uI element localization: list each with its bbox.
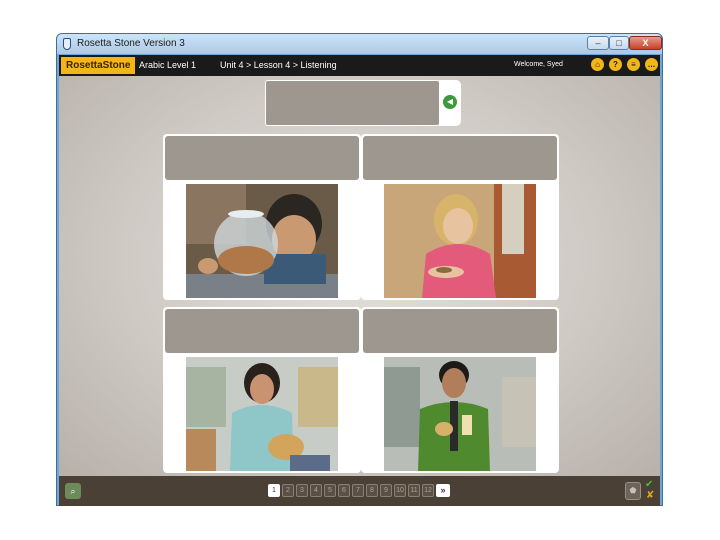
window-title: Rosetta Stone Version 3 <box>77 38 185 49</box>
page-button-5[interactable]: 5 <box>324 484 336 497</box>
title-bar[interactable]: Rosetta Stone Version 3 – □ X <box>57 34 662 54</box>
page-button-1[interactable]: 1 <box>268 484 280 497</box>
photo-woman-counting-coins <box>384 184 536 298</box>
next-page-button[interactable]: » <box>436 484 450 497</box>
prompt-text-box <box>265 80 440 126</box>
page-button-9[interactable]: 9 <box>380 484 392 497</box>
breadcrumb: Unit 4 > Lesson 4 > Listening <box>220 60 337 70</box>
page-button-3[interactable]: 3 <box>296 484 308 497</box>
menu-icon[interactable]: ≡ <box>627 58 640 71</box>
app-icon <box>63 38 71 50</box>
card-label <box>363 136 557 180</box>
page-button-4[interactable]: 4 <box>310 484 322 497</box>
page-button-12[interactable]: 12 <box>422 484 434 497</box>
rosetta-logo: RosettaStone <box>61 57 135 74</box>
audio-button[interactable]: ◀ <box>439 80 461 126</box>
card-label <box>165 309 359 353</box>
welcome-text: Welcome, Syed <box>514 61 563 68</box>
maximize-button[interactable]: □ <box>609 36 629 50</box>
check-icon: ✔ <box>645 479 654 490</box>
course-name: Arabic Level 1 <box>139 60 197 70</box>
bottom-toolbar: ⌕ 1 2 3 4 5 6 7 8 9 10 11 12 » ⬟ ✔ ✘ <box>59 476 660 506</box>
lesson-area: ◀ <box>59 76 660 476</box>
minimize-button[interactable]: – <box>587 36 609 50</box>
app-header: RosettaStone Arabic Level 1 Unit 4 > Les… <box>59 55 660 76</box>
answer-card-2[interactable] <box>361 134 559 300</box>
cross-icon: ✘ <box>646 490 655 501</box>
photo-man-holding-bread <box>384 357 536 471</box>
help-icon[interactable]: ? <box>609 58 622 71</box>
page-button-8[interactable]: 8 <box>366 484 378 497</box>
app-window: Rosetta Stone Version 3 – □ X RosettaSto… <box>56 33 663 506</box>
answer-card-1[interactable] <box>163 134 361 300</box>
page-button-7[interactable]: 7 <box>352 484 364 497</box>
card-label <box>363 309 557 353</box>
card-label <box>165 136 359 180</box>
photo-woman-holding-bread <box>186 357 338 471</box>
answer-card-3[interactable] <box>163 307 361 473</box>
shield-icon[interactable]: ⬟ <box>625 482 641 500</box>
home-icon[interactable]: ⌂ <box>591 58 604 71</box>
photo-boy-with-coin-jar <box>186 184 338 298</box>
chat-icon[interactable]: … <box>645 58 658 71</box>
magnifier-icon[interactable]: ⌕ <box>65 483 81 499</box>
page-button-2[interactable]: 2 <box>282 484 294 497</box>
speaker-icon: ◀ <box>443 95 457 109</box>
page-button-10[interactable]: 10 <box>394 484 406 497</box>
page-button-6[interactable]: 6 <box>338 484 350 497</box>
close-button[interactable]: X <box>629 36 662 50</box>
page-navigator: 1 2 3 4 5 6 7 8 9 10 11 12 » <box>268 484 450 497</box>
page-button-11[interactable]: 11 <box>408 484 420 497</box>
answer-card-4[interactable] <box>361 307 559 473</box>
